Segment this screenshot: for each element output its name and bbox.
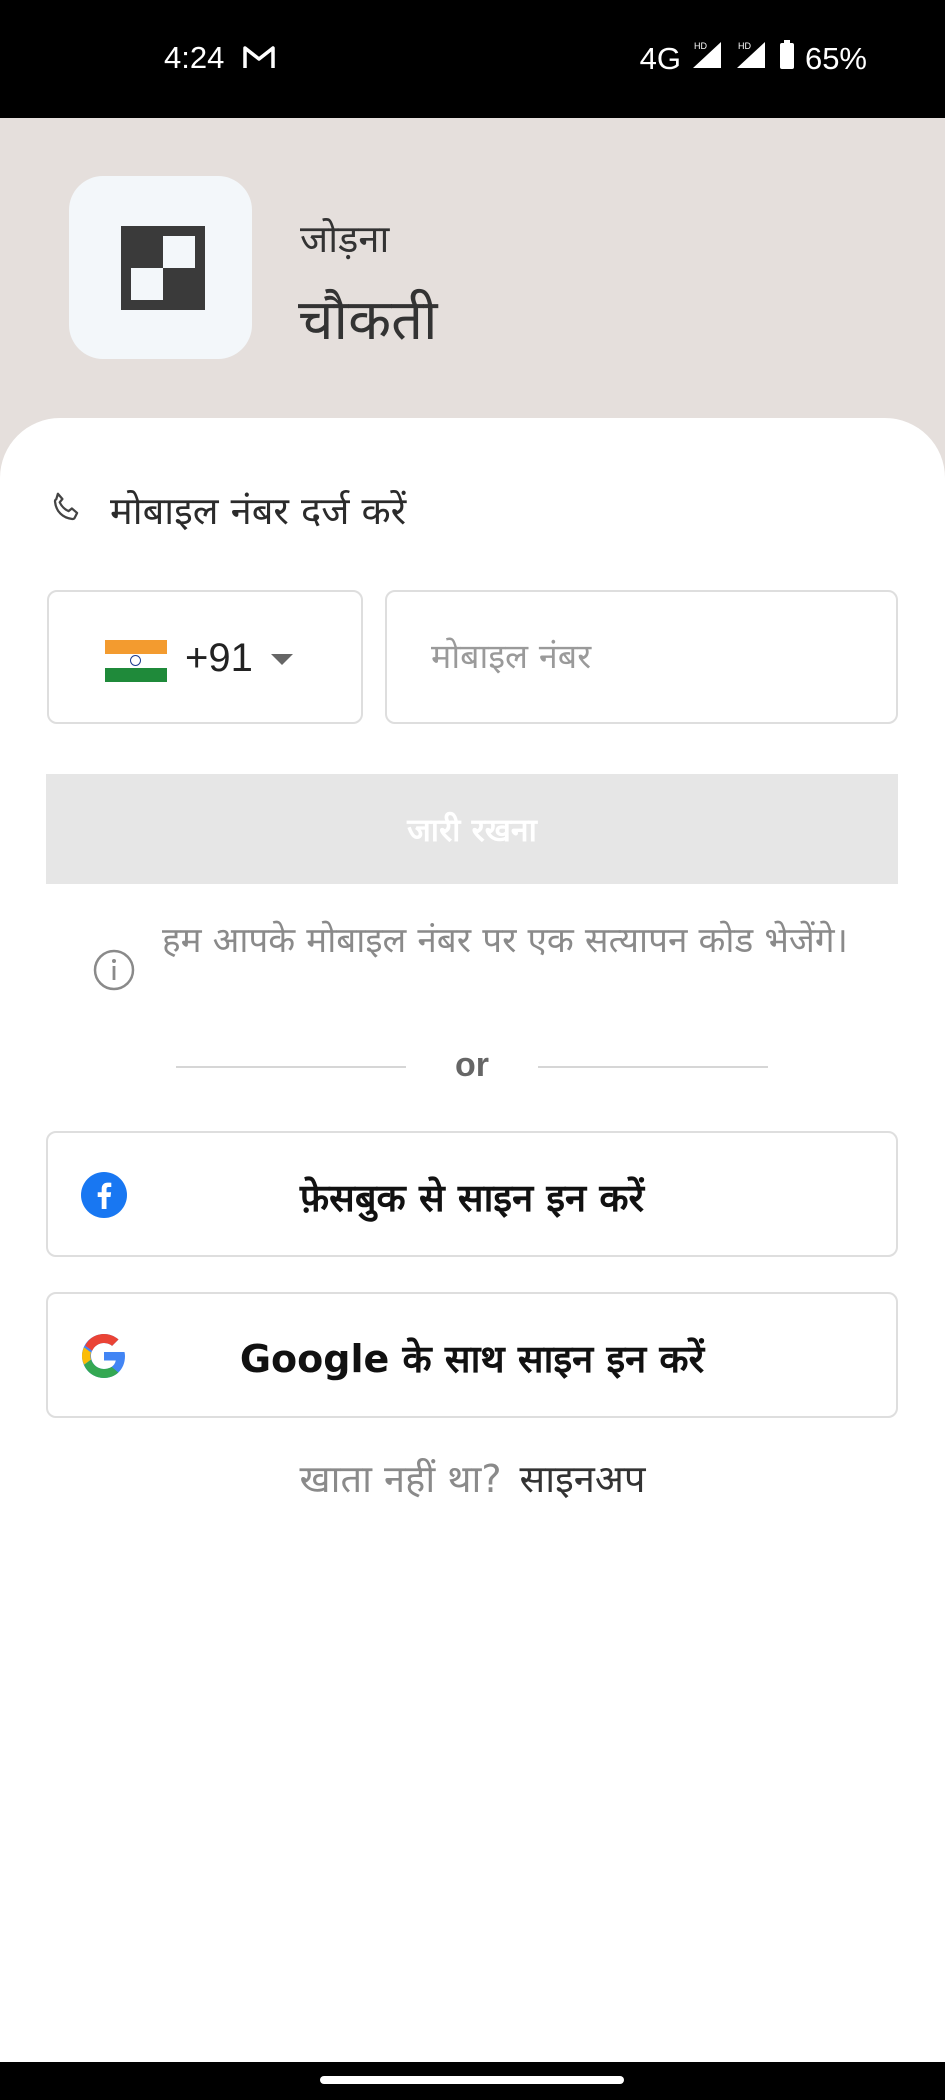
country-code-selector[interactable]: +91 [47, 590, 363, 724]
signup-row: खाता नहीं था? साइनअप [0, 1452, 945, 1504]
mobile-section-header: मोबाइल नंबर दर्ज करें [48, 484, 406, 536]
google-signin-button[interactable]: Google के साथ साइन इन करें [46, 1292, 898, 1418]
or-divider-text: or [455, 1046, 489, 1084]
continue-button[interactable]: जारी रखना [46, 774, 898, 884]
app-logo [69, 176, 252, 359]
network-type: 4G [639, 41, 681, 76]
svg-text:HD: HD [738, 41, 751, 51]
verification-info-text: हम आपके मोबाइल नंबर पर एक सत्यापन कोड भे… [162, 921, 848, 961]
battery-level: 65% [804, 41, 867, 76]
phone-icon [48, 490, 84, 530]
checker-logo-icon [121, 226, 205, 310]
app-subtitle: जोड़ना [300, 217, 390, 261]
signal-hd-icon: HD [735, 40, 769, 78]
home-gesture-handle[interactable] [320, 2076, 624, 2084]
info-icon [92, 948, 136, 996]
chevron-down-icon [271, 654, 293, 665]
divider-line [538, 1066, 768, 1068]
google-signin-label: Google के साथ साइन इन करें [239, 1337, 705, 1381]
signup-link[interactable]: साइनअप [520, 1457, 646, 1501]
country-code-value: +91 [185, 636, 253, 680]
signal-hd-icon: HD [691, 40, 725, 78]
app-title: चौकती [298, 288, 438, 353]
no-account-text: खाता नहीं था? [299, 1457, 502, 1501]
mobile-section-label: मोबाइल नंबर दर्ज करें [110, 489, 407, 533]
battery-icon [779, 40, 795, 78]
svg-text:HD: HD [694, 41, 707, 51]
gmail-icon [242, 44, 276, 74]
status-time: 4:24 [164, 40, 225, 75]
facebook-signin-button[interactable]: फ़ेसबुक से साइन इन करें [46, 1131, 898, 1257]
divider-line [176, 1066, 406, 1068]
facebook-signin-label: फ़ेसबुक से साइन इन करें [299, 1176, 645, 1220]
status-indicators: 4G HD HD 65% [640, 40, 867, 78]
status-bar: 4:24 4G HD HD 65% [0, 0, 945, 118]
mobile-number-input[interactable] [385, 590, 898, 724]
india-flag-icon [105, 640, 167, 682]
